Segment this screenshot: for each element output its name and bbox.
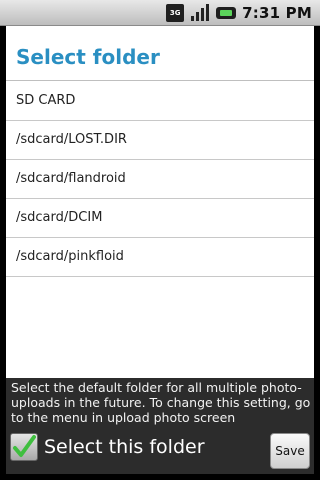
folder-item-label: SD CARD xyxy=(16,93,76,108)
checkmark-icon xyxy=(13,435,36,457)
folder-dialog: Select folder SD CARD /sdcard/LOST.DIR /… xyxy=(6,26,314,378)
folder-item-lost-dir[interactable]: /sdcard/LOST.DIR xyxy=(6,121,314,160)
select-folder-checkbox[interactable] xyxy=(10,433,38,461)
network-type-label: 3G xyxy=(169,8,181,17)
save-button[interactable]: Save xyxy=(270,433,310,469)
folder-item-label: /sdcard/DCIM xyxy=(16,210,103,225)
battery-icon xyxy=(216,6,237,19)
title-divider xyxy=(6,80,314,81)
folder-item-dcim[interactable]: /sdcard/DCIM xyxy=(6,199,314,238)
select-folder-row: Select this folder xyxy=(10,433,205,461)
status-bar: 3G 7:31 PM xyxy=(0,0,320,26)
folder-item-label: /sdcard/pinkfloid xyxy=(16,249,124,264)
status-clock: 7:31 PM xyxy=(242,3,312,22)
folder-item-pinkfloid[interactable]: /sdcard/pinkfloid xyxy=(6,238,314,277)
folder-item-flandroid[interactable]: /sdcard/flandroid xyxy=(6,160,314,199)
select-folder-label: Select this folder xyxy=(44,436,205,458)
screen-bottom-edge xyxy=(0,474,320,480)
status-icons: 3G 7:31 PM xyxy=(166,3,312,22)
folder-item-label: /sdcard/flandroid xyxy=(16,171,126,186)
dialog-title: Select folder xyxy=(16,45,160,69)
folder-item-sd-card[interactable]: SD CARD xyxy=(6,82,314,121)
default-folder-hint: Select the default folder for all multip… xyxy=(11,380,311,425)
folder-item-label: /sdcard/LOST.DIR xyxy=(16,132,127,147)
3g-icon: 3G xyxy=(166,3,185,22)
bottom-bar: Select the default folder for all multip… xyxy=(6,378,314,474)
folder-list: SD CARD /sdcard/LOST.DIR /sdcard/flandro… xyxy=(6,82,314,277)
signal-icon xyxy=(190,3,210,22)
